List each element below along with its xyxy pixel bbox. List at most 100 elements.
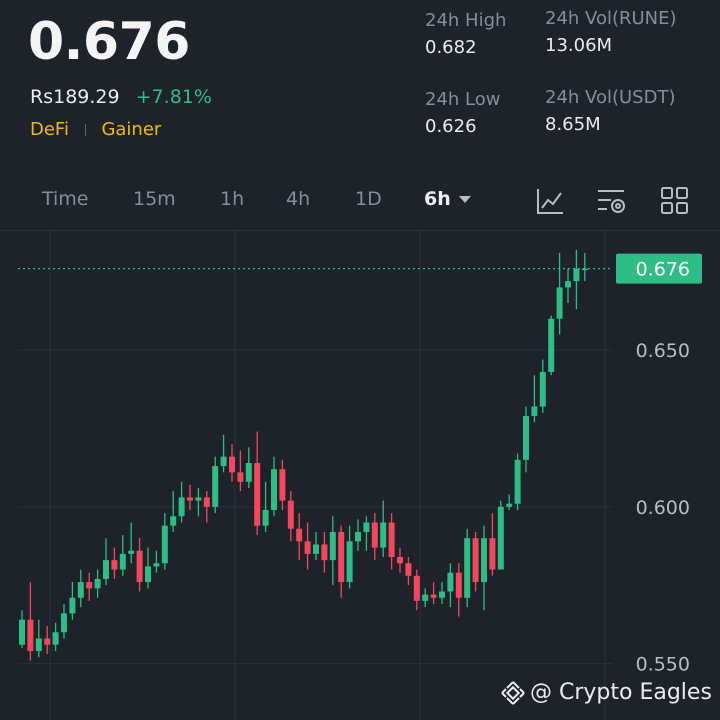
current-price: 0.676 [28, 12, 190, 72]
candle-body [539, 372, 546, 407]
stat-label: 24h Vol(USDT) [545, 87, 676, 108]
timeframe-15m[interactable]: 15m [133, 188, 176, 210]
tag-gainer[interactable]: Gainer [101, 119, 161, 140]
watermark-text: @ Crypto Eagles [530, 680, 712, 705]
candle-body [69, 597, 76, 614]
price-subline: Rs189.29 +7.81% [30, 86, 212, 108]
candle-body [187, 497, 193, 501]
candle-body [489, 538, 496, 570]
candle-body [237, 472, 244, 482]
candle-body [111, 560, 118, 570]
binance-logo-icon [501, 681, 525, 705]
candle-body [279, 469, 286, 501]
candle-body [338, 531, 345, 583]
candle-body [44, 638, 51, 645]
stat-24h-vol-quote: 24h Vol(USDT) 8.65M [545, 87, 675, 135]
candle-body [220, 456, 227, 467]
candle-body [556, 287, 563, 319]
candle-body [472, 538, 479, 583]
candle-body [447, 572, 454, 592]
timeframe-time[interactable]: Time [42, 188, 89, 210]
candle-body [161, 525, 168, 564]
timeframe-6h-label: 6h [424, 188, 451, 210]
candle-body [136, 550, 143, 583]
candle-body [86, 582, 93, 589]
candle-body [287, 500, 294, 529]
candle-body [170, 516, 177, 526]
stat-24h-high: 24h High 0.682 [425, 10, 506, 58]
candle-body [61, 613, 67, 633]
timeframe-1d[interactable]: 1D [355, 188, 382, 210]
candle-body [77, 582, 84, 598]
stat-value: 0.682 [425, 37, 477, 58]
candle-body [212, 466, 219, 507]
stat-value: 0.626 [425, 116, 477, 137]
stat-label: 24h Vol(RUNE) [545, 8, 677, 29]
candle-body [229, 456, 235, 473]
candle-body [506, 503, 513, 507]
candle-body [380, 522, 387, 548]
timeframe-4h[interactable]: 4h [286, 188, 310, 210]
last-price-label: 0.676 [636, 259, 690, 281]
candle-body [371, 522, 378, 548]
timeframe-1h[interactable]: 1h [220, 188, 244, 210]
candle-body [422, 594, 429, 601]
candle-body [245, 462, 252, 482]
candle-body [195, 497, 202, 501]
candle-body [145, 566, 151, 583]
candle-body [254, 462, 261, 526]
candle-body [565, 281, 571, 288]
candle-body [262, 509, 269, 526]
candlestick-chart[interactable]: 0.650 0.600 0.550 0.676 [0, 231, 720, 720]
layout-grid-icon[interactable] [660, 186, 690, 220]
candle-body [321, 544, 328, 561]
candle-body [35, 638, 42, 652]
stat-value: 8.65M [545, 114, 601, 135]
candle-body [296, 528, 303, 542]
stat-24h-low: 24h Low 0.626 [425, 89, 500, 137]
candle-body [523, 415, 529, 460]
tag-row: DeFi Gainer [30, 119, 161, 140]
stat-label: 24h High [425, 10, 507, 31]
price-change-percent: +7.81% [135, 86, 212, 108]
candle-body [497, 506, 504, 570]
candle-body [397, 557, 403, 564]
indicator-icon[interactable] [535, 186, 565, 220]
candle-body [514, 459, 521, 504]
tag-divider [84, 124, 86, 136]
timeframe-6h-dropdown[interactable]: 6h [424, 188, 471, 210]
stat-label: 24h Low [425, 89, 501, 110]
candle-body [329, 531, 336, 561]
candle-body [313, 544, 319, 554]
stat-24h-vol-base: 24h Vol(RUNE) 13.06M [545, 8, 677, 56]
candle-body [439, 591, 445, 598]
candle-body [103, 560, 109, 579]
candle-body [573, 268, 580, 282]
settings-icon[interactable] [596, 186, 628, 220]
candle-body [178, 497, 185, 517]
candle-body [363, 522, 370, 532]
candle-body [481, 538, 487, 583]
candle-body [430, 594, 437, 598]
candle-body [271, 469, 277, 510]
candle-body [548, 318, 555, 373]
candle-body [388, 522, 395, 557]
candle-body [153, 563, 160, 567]
candle-body [94, 578, 101, 589]
candle-body [52, 632, 59, 645]
candle-body [531, 406, 538, 416]
candle-body [455, 572, 462, 598]
tag-defi[interactable]: DeFi [30, 119, 69, 140]
candle-body [119, 553, 126, 570]
y-axis-tick-label: 0.550 [636, 654, 690, 676]
candle-body [405, 563, 412, 576]
fiat-price: Rs189.29 [30, 86, 120, 108]
stat-value: 13.06M [545, 35, 613, 56]
candle-body [19, 619, 25, 645]
candle-body [27, 619, 34, 652]
candle-body [464, 538, 471, 598]
y-axis-tick-label: 0.650 [636, 340, 690, 362]
watermark: @ Crypto Eagles [500, 680, 712, 706]
candle-body [346, 541, 353, 583]
chart-toolbar: Time 15m 1h 4h 1D 6h [0, 178, 720, 228]
